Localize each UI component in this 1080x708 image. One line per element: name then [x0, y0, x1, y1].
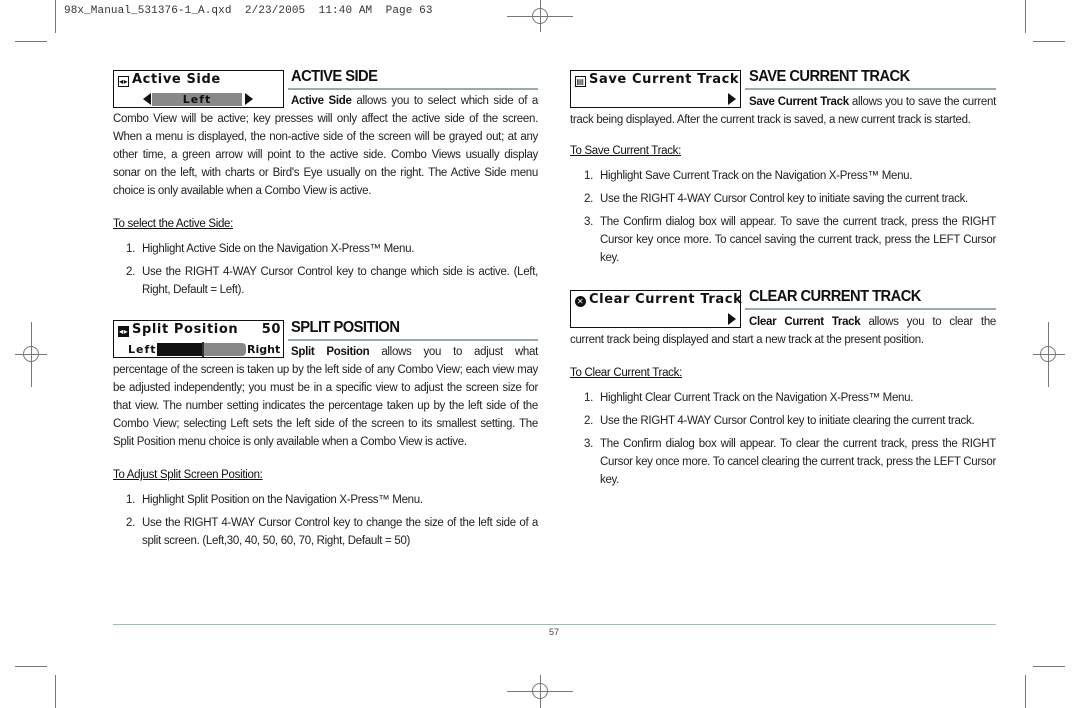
procedure-subhead: To Adjust Split Screen Position: [113, 469, 263, 481]
procedure-steps: 1. Highlight Clear Current Track on the N… [584, 389, 996, 494]
section-heading: SAVE CURRENT TRACK [749, 68, 910, 85]
clear-x-icon: ✕ [575, 296, 586, 307]
section-body: Clear Current Track allows you to clear … [570, 316, 997, 346]
list-item: 3. The Confirm dialog box will appear. To… [584, 438, 996, 486]
section-body: Split Position allows you to adjust what… [113, 346, 538, 448]
crop-mark [1025, 0, 1026, 33]
lead-term: Save Current Track [749, 96, 849, 108]
section-heading: SPLIT POSITION [291, 319, 400, 336]
lead-term: Clear Current Track [749, 316, 861, 328]
page-number: 57 [549, 627, 560, 637]
crop-mark [1033, 41, 1065, 42]
crop-mark [15, 41, 47, 42]
menu-title: ◂▸ Active Side [118, 72, 221, 87]
list-item: 1. Highlight Split Position on the Naviga… [126, 494, 423, 506]
heading-rule [745, 88, 996, 90]
list-item: 2. Use the RIGHT 4-WAY Cursor Control key… [584, 193, 968, 205]
section-body: Save Current Track allows you to save th… [570, 96, 997, 126]
list-item: 2. Use the RIGHT 4-WAY Cursor Control key… [126, 266, 538, 296]
heading-rule [288, 88, 538, 90]
section-heading: ACTIVE SIDE [291, 68, 378, 85]
split-arrows-icon: ◂▸ [118, 76, 129, 87]
list-item: 1. Highlight Active Side on the Navigatio… [126, 243, 415, 255]
list-item: 3. The Confirm dialog box will appear. To… [584, 216, 996, 264]
heading-rule [745, 308, 996, 310]
procedure-steps: 1. Highlight Save Current Track on the Na… [584, 167, 996, 272]
list-item: 2. Use the RIGHT 4-WAY Cursor Control key… [584, 415, 975, 427]
lead-term: Active Side [291, 95, 352, 107]
procedure-subhead: To select the Active Side: [113, 218, 234, 230]
list-item: 2. Use the RIGHT 4-WAY Cursor Control key… [126, 517, 538, 547]
menu-title: ✕ Clear Current Track [575, 292, 743, 307]
footer-rule [113, 624, 996, 625]
section-body: Active Side allows you to select which s… [113, 95, 539, 197]
lead-term: Split Position [291, 346, 370, 358]
procedure-subhead: To Clear Current Track: [570, 367, 682, 379]
heading-rule [288, 339, 538, 341]
procedure-steps: 1. Highlight Split Position on the Naviga… [126, 491, 538, 555]
print-slug: 98x_Manual_531376-1_A.qxd 2/23/2005 11:4… [64, 5, 433, 17]
menu-title: ▤ Save Current Track [575, 72, 740, 87]
crop-mark [1025, 675, 1026, 708]
crop-mark [55, 0, 56, 33]
list-item: 1. Highlight Save Current Track on the Na… [584, 170, 913, 182]
menu-title: ◂▸ Split Position 50 [118, 322, 281, 337]
crop-mark [1033, 666, 1065, 667]
crop-mark [55, 675, 56, 708]
list-item: 1. Highlight Clear Current Track on the N… [584, 392, 914, 404]
procedure-steps: 1. Highlight Active Side on the Navigatio… [126, 240, 538, 304]
procedure-subhead: To Save Current Track: [570, 145, 682, 157]
crop-mark [15, 666, 47, 667]
split-arrows-icon: ◂▸ [118, 326, 129, 337]
save-disk-icon: ▤ [575, 76, 586, 87]
section-heading: CLEAR CURRENT TRACK [749, 288, 921, 305]
split-position-value: 50 [261, 322, 281, 337]
